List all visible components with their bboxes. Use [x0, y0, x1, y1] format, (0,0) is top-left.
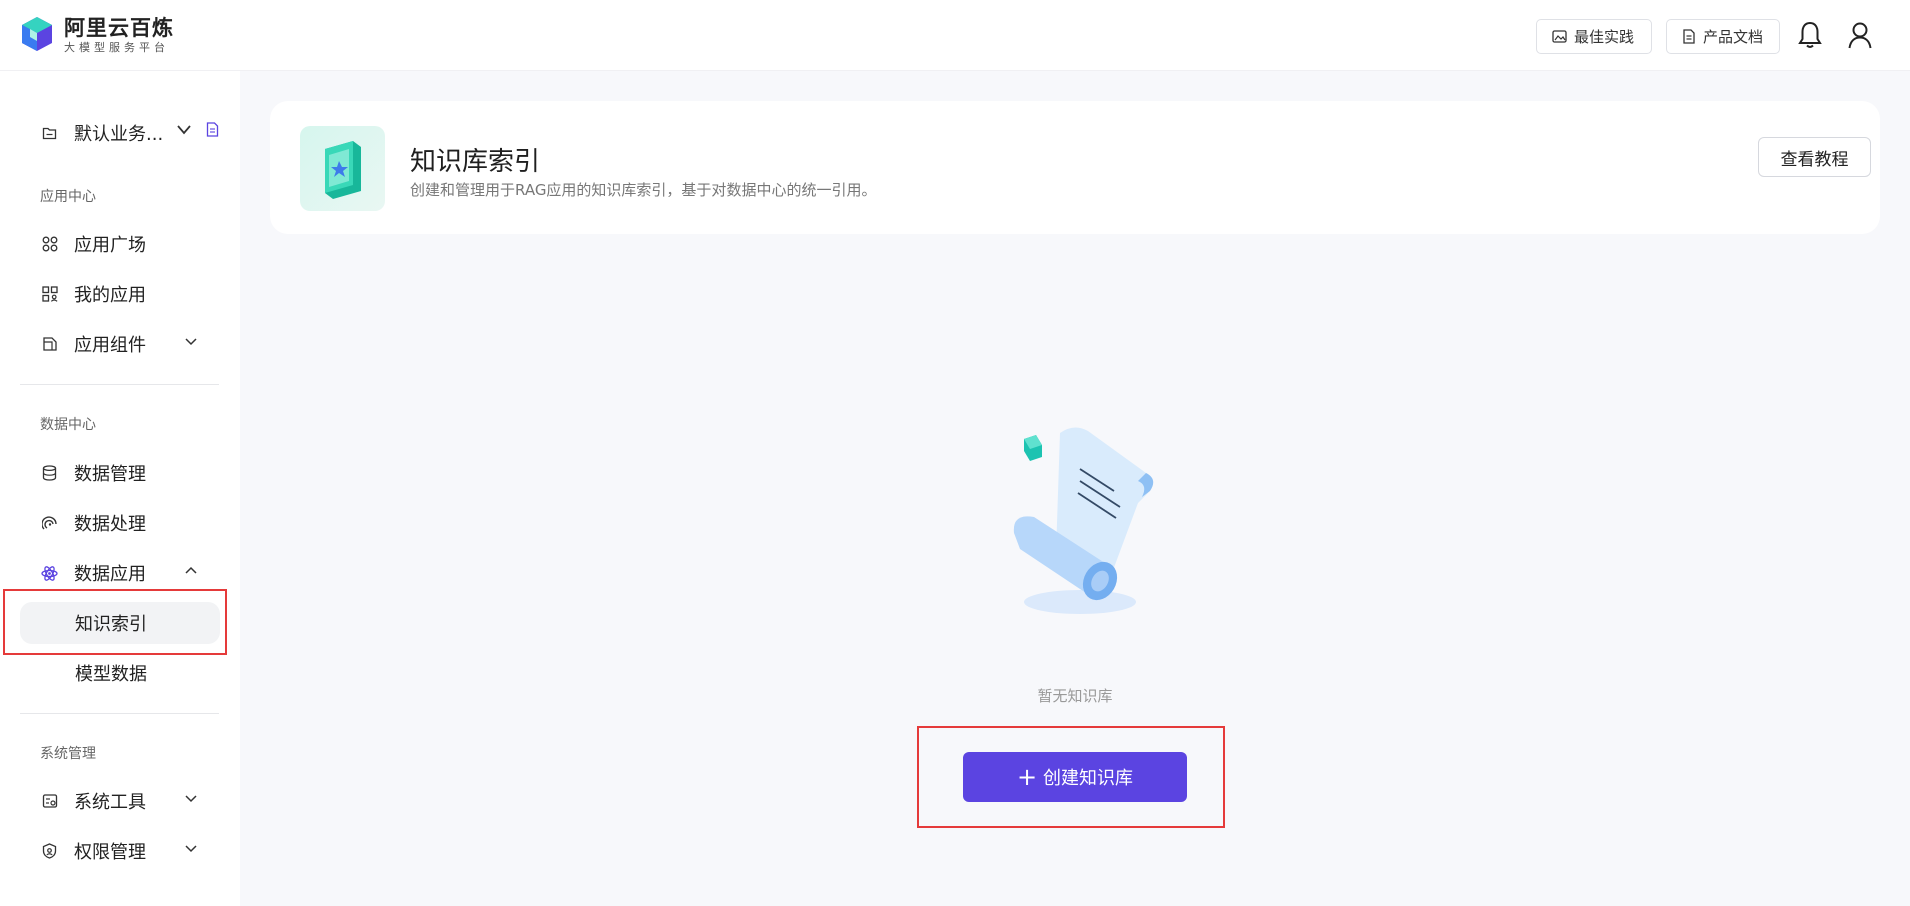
brand-logo-icon [22, 17, 52, 51]
sidebar-item-app-plaza[interactable]: 应用广场 [20, 223, 220, 265]
sidebar-item-my-apps[interactable]: 我的应用 [20, 273, 220, 315]
empty-scroll-illustration [1013, 427, 1154, 614]
sidebar-divider [20, 384, 219, 385]
page-description: 创建和管理用于RAG应用的知识库索引，基于对数据中心的统一引用。 [410, 181, 877, 199]
sidebar-item-data-processing[interactable]: 数据处理 [20, 502, 220, 544]
brand-subtitle: 大模型服务平台 [64, 40, 169, 54]
tools-icon [41, 793, 58, 810]
page-title: 知识库索引 [410, 147, 541, 177]
sidebar-item-data-applications[interactable]: 数据应用 [20, 552, 220, 594]
product-docs-label: 产品文档 [1703, 28, 1764, 46]
section-title-app-center: 应用中心 [40, 189, 96, 205]
shield-icon [41, 843, 58, 860]
sidebar-item-data-management[interactable]: 数据管理 [20, 452, 220, 494]
sidebar-item-label: 应用广场 [74, 235, 146, 256]
image-icon [1552, 30, 1567, 43]
product-docs-button[interactable]: 产品文档 [1666, 19, 1780, 54]
brand-logo[interactable]: 阿里云百炼 大模型服务平台 [19, 15, 174, 54]
user-icon[interactable] [1847, 20, 1873, 50]
sidebar-item-label: 数据处理 [74, 514, 146, 535]
knowledge-book-icon [324, 140, 361, 199]
sidebar-item-app-components[interactable]: 应用组件 [20, 323, 220, 365]
best-practice-label: 最佳实践 [1574, 28, 1635, 46]
bell-icon[interactable] [1797, 20, 1823, 50]
chevron-down-icon [185, 795, 197, 803]
sidebar-item-label: 数据管理 [74, 464, 146, 485]
highlight-box-knowledge-index [3, 589, 227, 655]
sidebar-item-label: 数据应用 [74, 564, 146, 585]
highlight-box-create-button [917, 726, 1225, 828]
atom-icon [41, 565, 58, 582]
chevron-down-icon [177, 125, 191, 135]
sidebar-item-model-data[interactable]: 模型数据 [20, 652, 220, 694]
apps-user-icon [41, 286, 58, 303]
workspace-name: 默认业务... [74, 124, 164, 145]
sidebar: 默认业务... 应用中心 应用广场 我的应用 应用组件 数据中心 数据管理 数据… [0, 71, 240, 906]
chevron-up-icon [185, 566, 197, 574]
best-practice-button[interactable]: 最佳实践 [1536, 19, 1652, 54]
empty-state-text: 暂无知识库 [1037, 687, 1113, 705]
grid-icon [41, 236, 58, 253]
sidebar-divider [20, 713, 219, 714]
sidebar-item-system-tools[interactable]: 系统工具 [20, 780, 220, 822]
document-icon [1683, 29, 1695, 44]
view-tutorial-button[interactable]: 查看教程 [1758, 137, 1871, 177]
section-title-system: 系统管理 [40, 746, 96, 762]
chevron-down-icon [185, 845, 197, 853]
sidebar-item-label: 系统工具 [74, 792, 146, 813]
chevron-down-icon [185, 338, 197, 346]
sidebar-item-label: 我的应用 [74, 285, 146, 306]
knowledge-index-illustration [300, 126, 385, 211]
workspace-doc-icon[interactable] [206, 122, 219, 137]
component-icon [41, 336, 58, 353]
sidebar-item-label: 应用组件 [74, 335, 146, 356]
processing-icon [41, 515, 58, 532]
page-header-card: 知识库索引 创建和管理用于RAG应用的知识库索引，基于对数据中心的统一引用。 查… [270, 101, 1880, 234]
folder-icon [42, 127, 57, 139]
database-icon [41, 465, 58, 482]
sidebar-item-permission-management[interactable]: 权限管理 [20, 830, 220, 872]
sidebar-item-label: 模型数据 [75, 664, 147, 685]
top-bar: 阿里云百炼 大模型服务平台 最佳实践 产品文档 [0, 0, 1910, 71]
brand-title: 阿里云百炼 [64, 15, 174, 40]
workspace-selector[interactable]: 默认业务... [42, 119, 227, 147]
section-title-data-center: 数据中心 [40, 417, 96, 433]
sidebar-item-label: 权限管理 [74, 842, 146, 863]
